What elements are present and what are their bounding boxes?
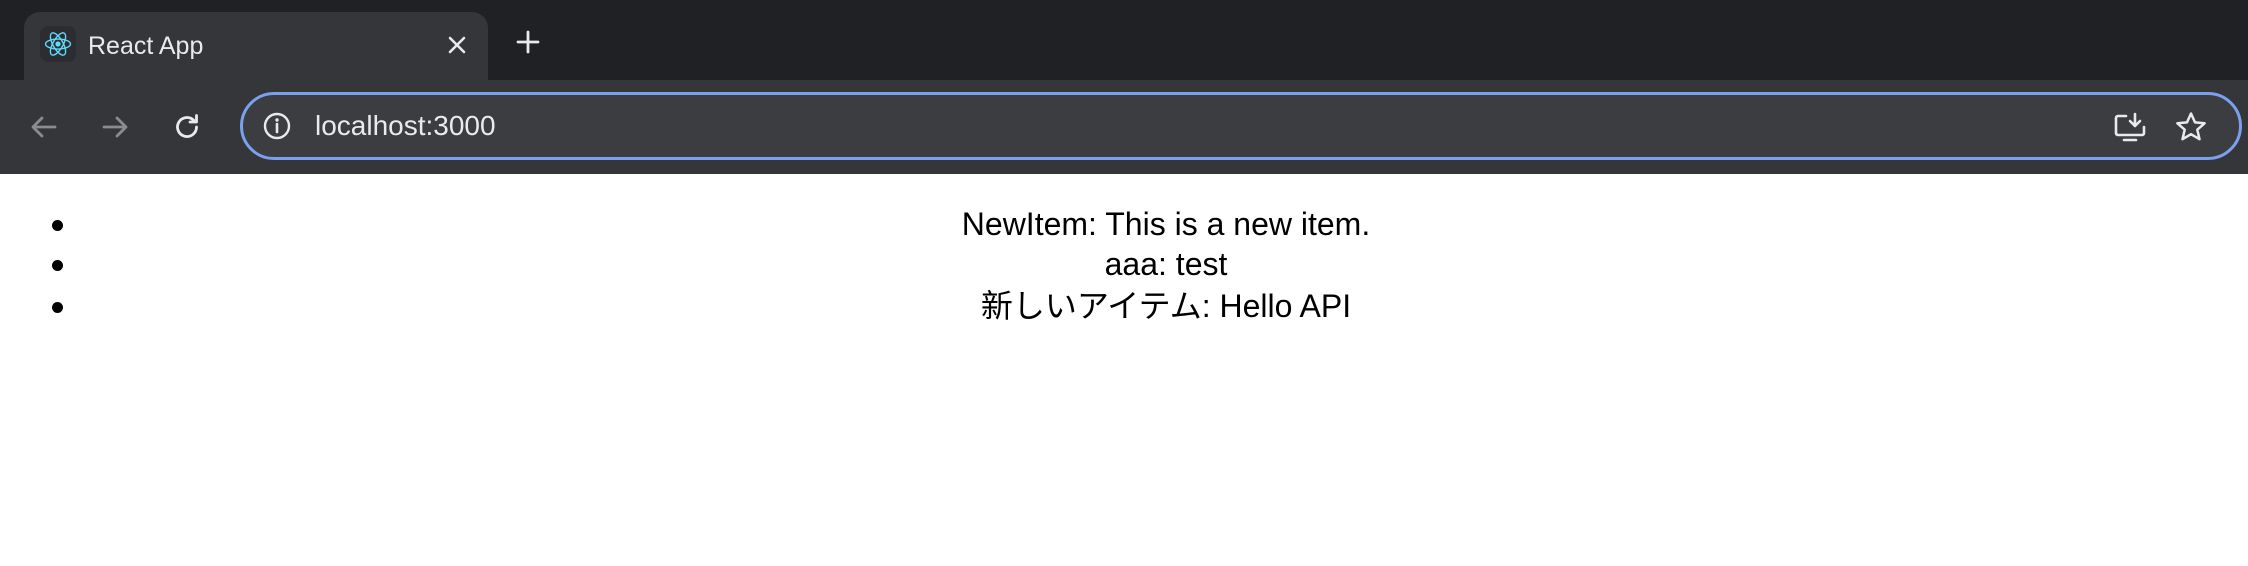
reload-icon[interactable] (164, 104, 210, 150)
bullet-icon (52, 220, 63, 231)
arrow-right-icon[interactable] (92, 104, 138, 150)
item-description: Hello API (1219, 288, 1352, 324)
close-icon[interactable] (440, 28, 474, 62)
bullet-icon (52, 260, 63, 271)
tab-strip: React App (0, 0, 2248, 80)
tab-react-app[interactable]: React App (24, 12, 488, 80)
star-icon[interactable] (2172, 108, 2210, 146)
list-item: 新しいアイテム: Hello API (0, 286, 2248, 326)
browser-toolbar: localhost:3000 (0, 80, 2248, 174)
item-description: test (1175, 246, 1228, 282)
list-item: NewItem: This is a new item. (0, 204, 2248, 244)
list-item: aaa: test (0, 244, 2248, 284)
arrow-left-icon[interactable] (21, 104, 67, 150)
item-list: NewItem: This is a new item. aaa: test 新… (0, 204, 2248, 326)
react-logo-icon (40, 26, 76, 62)
page-content: NewItem: This is a new item. aaa: test 新… (0, 174, 2248, 566)
plus-icon[interactable] (508, 22, 548, 62)
browser-window: React App localhost:3000 NewItem: This i… (0, 0, 2248, 566)
item-name: 新しいアイテム (980, 288, 1202, 324)
address-bar[interactable]: localhost:3000 (240, 92, 2242, 160)
item-name: NewItem (961, 206, 1089, 242)
item-name: aaa (1104, 246, 1159, 282)
install-app-icon[interactable] (2111, 108, 2149, 146)
item-description: This is a new item. (1105, 206, 1371, 242)
bullet-icon (52, 302, 63, 313)
info-icon[interactable] (261, 110, 293, 142)
tab-title: React App (88, 32, 204, 60)
address-url[interactable]: localhost:3000 (315, 95, 496, 157)
